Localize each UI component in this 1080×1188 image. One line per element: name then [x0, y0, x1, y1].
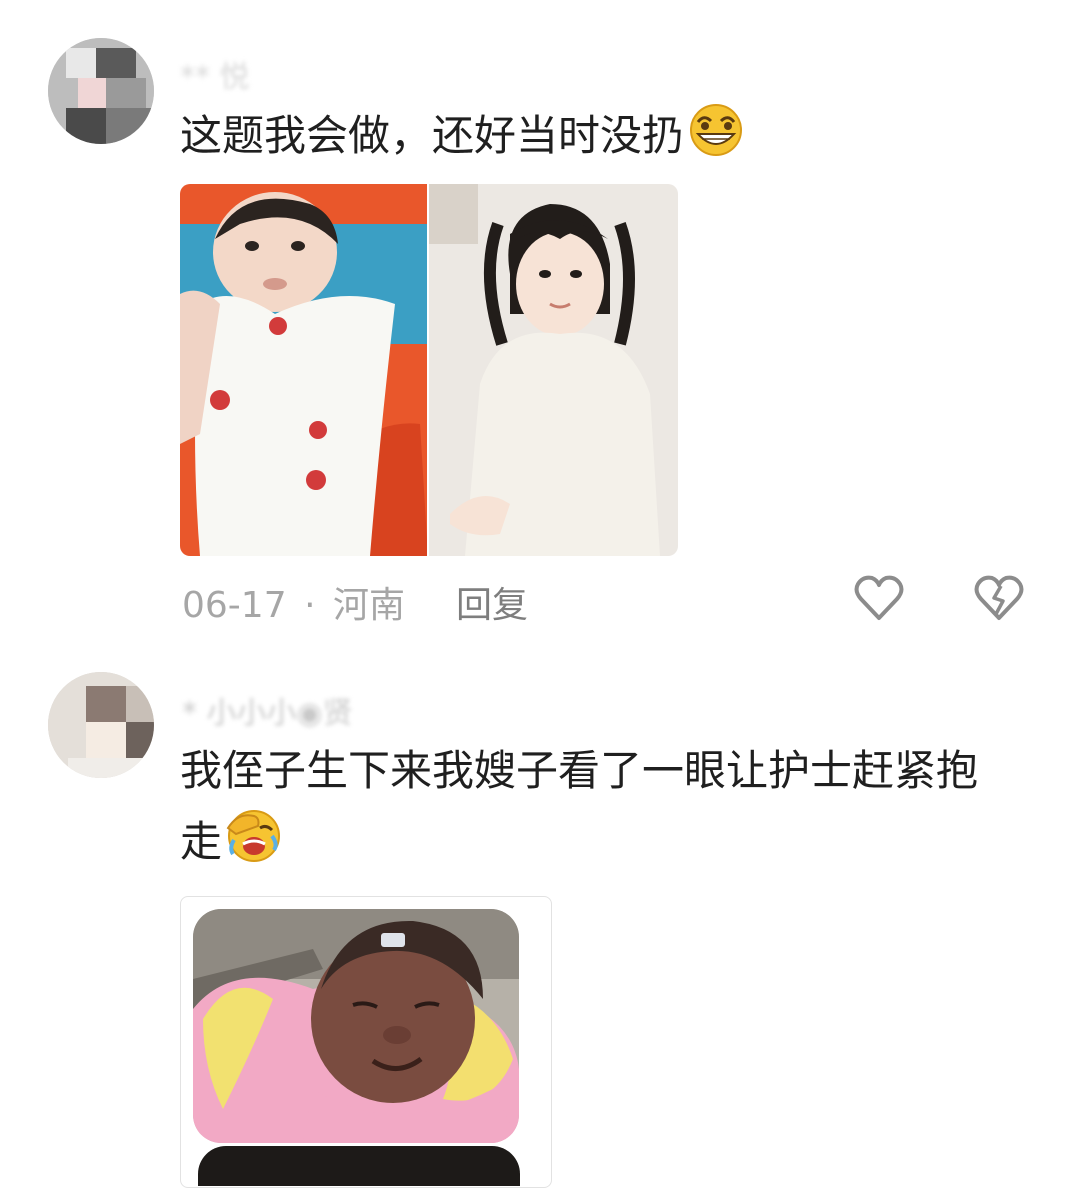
username[interactable]: ** 悦 [180, 52, 250, 96]
like-button[interactable] [854, 574, 904, 626]
baby-in-white-dress-photo[interactable] [180, 184, 678, 556]
grin-squint-emoji-icon [686, 102, 746, 177]
dislike-button[interactable] [974, 574, 1024, 626]
facepalm-laughing-emoji-icon [224, 806, 284, 885]
reply-button[interactable]: 回复 [456, 576, 528, 628]
comment-item: * 小小小◉贤 我侄子生下来我嫂子看了一眼让护士赶紧抱走 [0, 650, 1080, 1188]
comment-text-content: 这题我会做，还好当时没扔 [180, 111, 685, 160]
newborn-in-pink-blanket-photo[interactable] [193, 909, 519, 1143]
comment-text-content: 我侄子生下来我嫂子看了一眼让护士赶紧抱走 [180, 746, 979, 866]
comment-item: ** 悦 这题我会做，还好当时没扔 06-17 · 河南 回复 [0, 0, 1080, 650]
username[interactable]: * 小小小◉贤 [182, 688, 353, 732]
comment-location: 河南 [332, 585, 405, 626]
photo-card [180, 896, 552, 1188]
meta-separator: · [304, 585, 316, 626]
comment-date: 06-17 [182, 585, 287, 626]
next-photo-preview[interactable] [198, 1146, 520, 1186]
comment-text: 这题我会做，还好当时没扔 [180, 102, 1040, 177]
comment-meta: 06-17 · 河南 [182, 576, 405, 628]
comment-text: 我侄子生下来我嫂子看了一眼让护士赶紧抱走 [180, 736, 1010, 885]
heart-icon [854, 575, 904, 620]
avatar[interactable] [48, 672, 154, 778]
photo-grid [180, 184, 678, 556]
avatar[interactable] [48, 38, 154, 144]
broken-heart-icon [974, 575, 1024, 620]
